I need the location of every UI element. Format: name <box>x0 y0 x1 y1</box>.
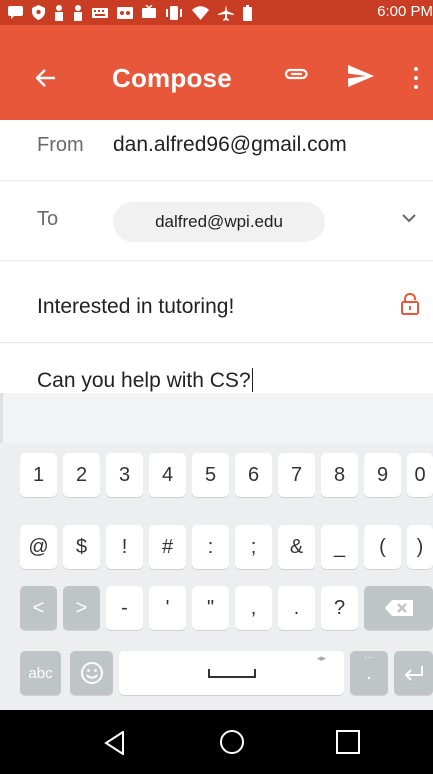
nav-recents-button[interactable] <box>336 730 360 754</box>
keyboard: 1 2 3 4 5 6 7 8 9 0 @ $ ! # : ; & _ ( ) … <box>0 393 433 710</box>
app-bar: Compose <box>0 25 433 120</box>
tv-icon <box>142 5 156 18</box>
more-options-button[interactable] <box>413 67 419 89</box>
key-2[interactable]: 2 <box>63 453 100 497</box>
from-account[interactable]: dan.alfred96@gmail.com <box>113 133 347 157</box>
key-hash[interactable]: # <box>149 525 186 569</box>
key-hyphen[interactable]: - <box>106 586 143 630</box>
confidential-mode-button[interactable] <box>401 292 419 315</box>
body-text: Can you help with CS? <box>37 369 251 392</box>
arrow-left-icon <box>35 69 55 87</box>
enter-key[interactable] <box>394 651 433 695</box>
key-9[interactable]: 9 <box>364 453 401 497</box>
period-key[interactable]: ··· . <box>350 651 388 695</box>
backspace-key[interactable] <box>364 586 433 630</box>
space-key[interactable]: ◂▸ <box>119 651 344 695</box>
key-8[interactable]: 8 <box>321 453 358 497</box>
period-glyph-icon: . <box>366 661 372 684</box>
page-title: Compose <box>112 63 232 93</box>
status-icons <box>0 4 252 21</box>
abc-key[interactable]: abc <box>20 651 61 695</box>
key-less-than[interactable]: < <box>20 586 57 630</box>
key-underscore[interactable]: _ <box>321 525 358 569</box>
expand-recipients-button[interactable] <box>401 210 417 226</box>
body-field[interactable]: Can you help with CS? <box>37 368 253 393</box>
clock: 6:00 PM <box>377 3 433 20</box>
airplane-icon <box>218 4 234 21</box>
wifi-icon <box>192 5 209 20</box>
subject-field[interactable]: Interested in tutoring! <box>37 295 234 319</box>
key-5[interactable]: 5 <box>192 453 229 497</box>
key-at[interactable]: @ <box>20 525 57 569</box>
attach-button[interactable] <box>283 65 309 83</box>
key-dollar[interactable]: $ <box>63 525 100 569</box>
vibrate-icon <box>166 5 182 20</box>
more-vertical-icon <box>413 67 419 89</box>
person-icon <box>55 4 63 21</box>
key-1[interactable]: 1 <box>20 453 57 497</box>
nav-home-button[interactable] <box>220 730 244 754</box>
to-row: To dalfred@wpi.edu <box>0 180 433 261</box>
key-0[interactable]: 0 <box>407 453 433 497</box>
smiley-icon <box>80 662 103 684</box>
status-bar: 6:00 PM <box>0 0 433 25</box>
subject-row[interactable]: Interested in tutoring! <box>0 260 433 343</box>
key-period[interactable]: . <box>278 586 315 630</box>
key-6[interactable]: 6 <box>235 453 272 497</box>
key-3[interactable]: 3 <box>106 453 143 497</box>
key-4[interactable]: 4 <box>149 453 186 497</box>
lock-open-icon <box>401 292 419 315</box>
message-icon <box>8 6 23 19</box>
key-ampersand[interactable]: & <box>278 525 315 569</box>
person-icon <box>74 4 82 21</box>
key-close-paren[interactable]: ) <box>407 525 433 569</box>
back-button[interactable] <box>35 65 56 93</box>
key-greater-than[interactable]: > <box>63 586 100 630</box>
recipient-chip[interactable]: dalfred@wpi.edu <box>113 202 325 242</box>
chevron-down-icon <box>402 214 416 223</box>
key-open-paren[interactable]: ( <box>364 525 401 569</box>
from-label: From <box>37 134 84 156</box>
enter-icon <box>404 666 423 681</box>
from-row: From dan.alfred96@gmail.com <box>0 120 433 181</box>
key-apostrophe[interactable]: ' <box>149 586 186 630</box>
spacebar-icon <box>207 669 256 678</box>
to-label: To <box>37 208 59 230</box>
key-comma[interactable]: , <box>235 586 272 630</box>
paperclip-icon <box>284 68 308 80</box>
ellipsis-hint-icon: ··· <box>364 652 374 663</box>
nav-back-button[interactable] <box>104 730 124 756</box>
key-semicolon[interactable]: ; <box>235 525 272 569</box>
emoji-key[interactable] <box>70 651 113 695</box>
navigation-bar <box>0 710 433 774</box>
suggestion-strip <box>0 393 433 443</box>
keyboard-icon <box>92 7 108 18</box>
text-cursor <box>251 368 253 392</box>
key-exclamation[interactable]: ! <box>106 525 143 569</box>
key-colon[interactable]: : <box>192 525 229 569</box>
send-button[interactable] <box>347 62 375 90</box>
shield-icon <box>32 5 45 20</box>
key-question[interactable]: ? <box>321 586 358 630</box>
triangle-back-icon <box>104 730 124 756</box>
body-row[interactable]: Can you help with CS? <box>0 342 433 400</box>
backspace-icon <box>384 600 413 616</box>
key-7[interactable]: 7 <box>278 453 315 497</box>
arrows-hint-icon: ◂▸ <box>316 653 326 663</box>
key-quote[interactable]: " <box>192 586 229 630</box>
battery-icon <box>243 4 252 21</box>
send-icon <box>348 65 374 87</box>
voicemail-icon <box>117 6 133 19</box>
